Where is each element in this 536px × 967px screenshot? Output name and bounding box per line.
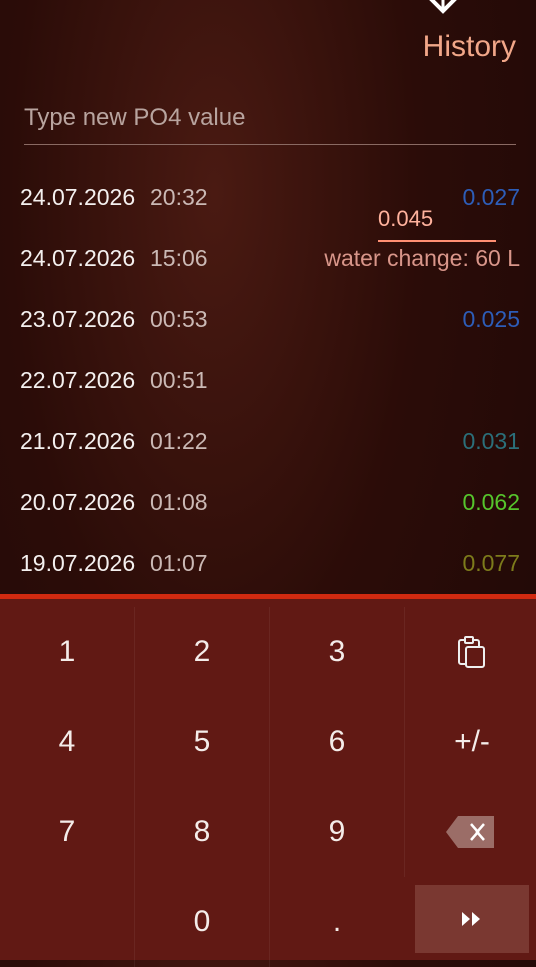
page-title: History bbox=[422, 30, 516, 63]
record-date: 22.07.2026 bbox=[20, 367, 136, 393]
edit-icon bbox=[429, 0, 457, 14]
plus-minus-key[interactable]: +/- bbox=[405, 697, 536, 787]
history-row[interactable]: 23.07.2026 00:53 0.025 bbox=[0, 290, 536, 351]
record-time: 01:07 bbox=[150, 550, 208, 576]
record-time: 00:53 bbox=[150, 306, 208, 332]
inline-edit-input[interactable]: 0.045 bbox=[378, 204, 496, 242]
record-date: 23.07.2026 bbox=[20, 306, 136, 332]
key-5[interactable]: 5 bbox=[135, 697, 270, 787]
empty-key bbox=[0, 877, 135, 967]
record-time: 01:08 bbox=[150, 489, 208, 515]
history-row[interactable]: 19.07.2026 01:07 0.077 bbox=[0, 534, 536, 595]
record-value: 0.031 bbox=[462, 428, 520, 454]
record-value: water change: 60 L bbox=[324, 245, 520, 271]
numeric-keypad: 1 2 3 4 5 6 +/- 7 8 9 0 . bbox=[0, 594, 536, 967]
key-1[interactable]: 1 bbox=[0, 607, 135, 697]
record-date: 19.07.2026 bbox=[20, 550, 136, 576]
key-4[interactable]: 4 bbox=[0, 697, 135, 787]
key-3[interactable]: 3 bbox=[270, 607, 405, 697]
key-7[interactable]: 7 bbox=[0, 787, 135, 877]
record-time: 00:51 bbox=[150, 367, 208, 393]
key-8[interactable]: 8 bbox=[135, 787, 270, 877]
key-0[interactable]: 0 bbox=[135, 877, 270, 967]
record-value: 0.062 bbox=[462, 489, 520, 515]
next-icon bbox=[462, 912, 480, 926]
record-time: 15:06 bbox=[150, 245, 208, 271]
backspace-icon bbox=[446, 816, 494, 848]
decimal-key[interactable]: . bbox=[270, 877, 404, 967]
record-time: 01:22 bbox=[150, 428, 208, 454]
history-row-editing[interactable]: 22.07.2026 00:51 bbox=[0, 351, 536, 412]
history-row[interactable]: 20.07.2026 01:08 0.062 bbox=[0, 473, 536, 534]
record-date: 20.07.2026 bbox=[20, 489, 136, 515]
backspace-key[interactable] bbox=[405, 787, 536, 877]
next-button[interactable] bbox=[415, 885, 529, 953]
record-value: 0.025 bbox=[462, 306, 520, 332]
record-time: 20:32 bbox=[150, 184, 208, 210]
paste-key[interactable] bbox=[405, 607, 536, 697]
po4-input-field[interactable] bbox=[24, 104, 516, 145]
record-date: 21.07.2026 bbox=[20, 428, 136, 454]
record-date: 24.07.2026 bbox=[20, 245, 136, 271]
record-date: 24.07.2026 bbox=[20, 184, 136, 210]
inline-edit-text: 0.045 bbox=[378, 206, 434, 231]
history-row[interactable]: 21.07.2026 01:22 0.031 bbox=[0, 412, 536, 473]
key-6[interactable]: 6 bbox=[270, 697, 405, 787]
po4-input[interactable] bbox=[24, 104, 516, 132]
key-9[interactable]: 9 bbox=[270, 787, 405, 877]
paste-icon bbox=[458, 636, 485, 668]
record-value: 0.077 bbox=[462, 550, 520, 576]
key-2[interactable]: 2 bbox=[135, 607, 270, 697]
